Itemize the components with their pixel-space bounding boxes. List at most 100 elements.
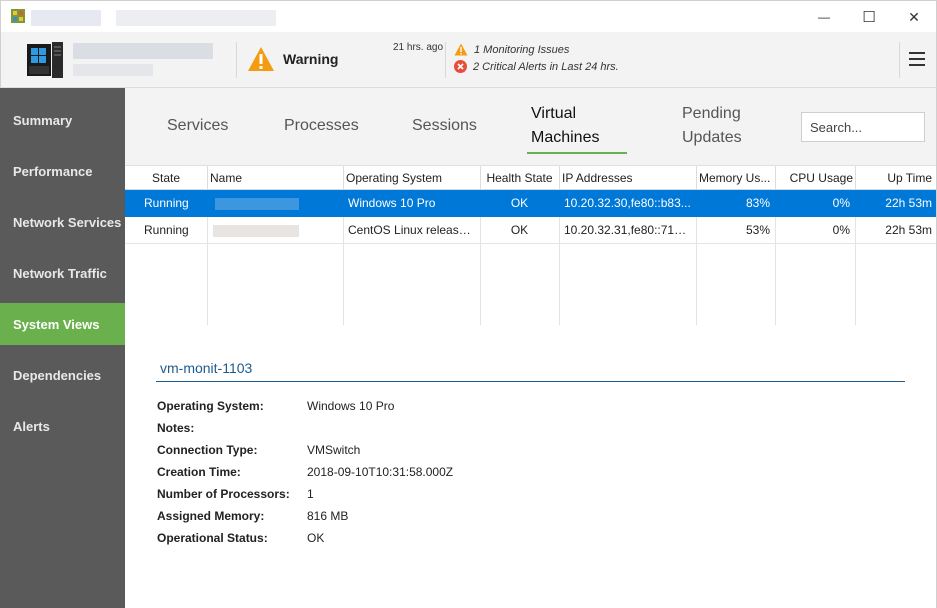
tab-pending-updates[interactable]: Pending Updates xyxy=(682,102,742,150)
prop-value: VMSwitch xyxy=(307,443,361,457)
sidebar-item-label: System Views xyxy=(13,316,100,332)
cell-os: Windows 10 Pro xyxy=(348,196,436,210)
prop-label: Creation Time: xyxy=(157,465,241,479)
sidebar-item-label: Network Services xyxy=(13,214,122,230)
vm-details-divider xyxy=(156,381,905,382)
sidebar-item-label: Dependencies xyxy=(13,367,102,383)
table-header: State Name Operating System Health State… xyxy=(125,165,936,190)
close-button[interactable]: ✕ xyxy=(891,1,937,33)
column-header-health[interactable]: Health State xyxy=(480,166,559,190)
maximize-button[interactable]: ☐ xyxy=(846,1,892,33)
column-divider xyxy=(696,166,697,190)
column-header-uptime[interactable]: Up Time xyxy=(855,166,936,190)
column-divider xyxy=(559,166,560,190)
critical-x-icon xyxy=(454,60,467,73)
warning-triangle-icon xyxy=(454,43,468,56)
column-header-name[interactable]: Name xyxy=(207,166,343,190)
status-time: 21 hrs. ago xyxy=(393,42,444,53)
tab-label-line: Virtual xyxy=(531,105,577,122)
main-content: Services Processes Sessions Virtual Mach… xyxy=(125,88,937,608)
column-divider xyxy=(855,166,856,190)
cell-ip: 10.20.32.31,fe80::71c6... xyxy=(564,223,696,237)
tab-label-line: Machines xyxy=(531,129,600,146)
tab-services[interactable]: Services xyxy=(167,114,228,138)
sidebar-item-dependencies[interactable]: Dependencies xyxy=(0,354,125,396)
table-row[interactable]: Running Windows 10 Pro OK 10.20.32.30,fe… xyxy=(125,190,936,217)
column-divider xyxy=(480,166,481,190)
sidebar-item-network-traffic[interactable]: Network Traffic xyxy=(0,252,125,294)
prop-value: OK xyxy=(307,531,325,545)
prop-label: Operating System: xyxy=(157,399,264,413)
prop-label: Connection Type: xyxy=(157,443,258,457)
status-label: Warning xyxy=(283,51,339,67)
sidebar-item-label: Alerts xyxy=(13,418,50,434)
sidebar-item-label: Performance xyxy=(13,163,93,179)
tab-label-line: Pending xyxy=(682,105,741,122)
tab-bar: Services Processes Sessions Virtual Mach… xyxy=(125,88,936,165)
tab-processes[interactable]: Processes xyxy=(284,114,359,138)
hostname-blur xyxy=(73,64,153,76)
cell-uptime: 22h 53m xyxy=(885,196,932,210)
cell-ip: 10.20.32.30,fe80::b83... xyxy=(564,196,691,210)
warning-icon xyxy=(248,47,274,71)
table-row[interactable]: Running CentOS Linux release ... OK 10.2… xyxy=(125,217,936,244)
cell-health: OK xyxy=(510,223,529,237)
column-header-state[interactable]: State xyxy=(125,166,207,190)
cell-memory: 53% xyxy=(745,223,770,237)
critical-alerts[interactable]: 2 Critical Alerts in Last 24 hrs. xyxy=(454,60,619,73)
vm-name-blur xyxy=(213,225,299,237)
hamburger-menu-icon[interactable] xyxy=(909,52,925,66)
tab-sessions[interactable]: Sessions xyxy=(412,114,477,138)
issue-text: 2 Critical Alerts in Last 24 hrs. xyxy=(473,60,619,73)
tab-label-line: Updates xyxy=(682,129,742,146)
app-icon xyxy=(11,9,25,23)
prop-label: Notes: xyxy=(157,421,195,435)
prop-value: Windows 10 Pro xyxy=(307,399,395,413)
cell-state: Running xyxy=(144,223,189,237)
title-blur xyxy=(31,10,101,26)
prop-label: Operational Status: xyxy=(157,531,268,545)
vm-details-title: vm-monit-1103 xyxy=(160,360,253,376)
tab-virtual-machines[interactable]: Virtual Machines xyxy=(531,102,599,150)
prop-value: 1 xyxy=(307,487,314,501)
monitoring-issues[interactable]: 1 Monitoring Issues xyxy=(454,43,569,56)
hostname-blur xyxy=(73,43,213,59)
title-bar: — ☐ ✕ xyxy=(0,0,937,32)
sidebar-item-network-services[interactable]: Network Services xyxy=(0,201,125,243)
vm-details-panel: vm-monit-1103 Operating System: Windows … xyxy=(125,325,936,608)
cell-state: Running xyxy=(144,196,189,210)
prop-value: 816 MB xyxy=(307,509,349,523)
sidebar-item-label: Network Traffic xyxy=(13,265,107,281)
header-separator xyxy=(236,42,237,78)
prop-label: Assigned Memory: xyxy=(157,509,265,523)
header-separator xyxy=(899,42,900,78)
status-header: Warning 21 hrs. ago 1 Monitoring Issues … xyxy=(0,32,937,88)
column-header-os[interactable]: Operating System xyxy=(343,166,480,190)
vm-name-blur xyxy=(215,198,299,210)
cell-memory: 83% xyxy=(745,196,770,210)
column-header-cpu[interactable]: CPU Usage xyxy=(775,166,855,190)
prop-value: 2018-09-10T10:31:58.000Z xyxy=(307,465,454,479)
column-header-ip[interactable]: IP Addresses xyxy=(559,166,696,190)
sidebar-item-performance[interactable]: Performance xyxy=(0,150,125,192)
windows-server-icon xyxy=(27,42,63,78)
column-divider xyxy=(207,166,208,190)
column-divider xyxy=(343,166,344,190)
column-divider xyxy=(775,166,776,190)
sidebar-item-summary[interactable]: Summary xyxy=(0,99,125,141)
column-header-memory[interactable]: Memory Us... xyxy=(696,166,775,190)
sidebar-item-alerts[interactable]: Alerts xyxy=(0,405,125,447)
header-separator xyxy=(445,42,446,78)
minimize-button[interactable]: — xyxy=(801,1,847,33)
prop-label: Number of Processors: xyxy=(157,487,290,501)
cell-os: CentOS Linux release ... xyxy=(348,223,479,237)
title-blur xyxy=(116,10,276,26)
sidebar-item-system-views[interactable]: System Views xyxy=(0,303,132,345)
cell-uptime: 22h 53m xyxy=(885,223,932,237)
cell-cpu: 0% xyxy=(832,196,850,210)
cell-health: OK xyxy=(510,196,529,210)
search-input[interactable] xyxy=(801,112,925,142)
issue-text: 1 Monitoring Issues xyxy=(474,43,570,56)
cell-cpu: 0% xyxy=(832,223,850,237)
sidebar: Summary Performance Network Services Net… xyxy=(0,88,132,608)
